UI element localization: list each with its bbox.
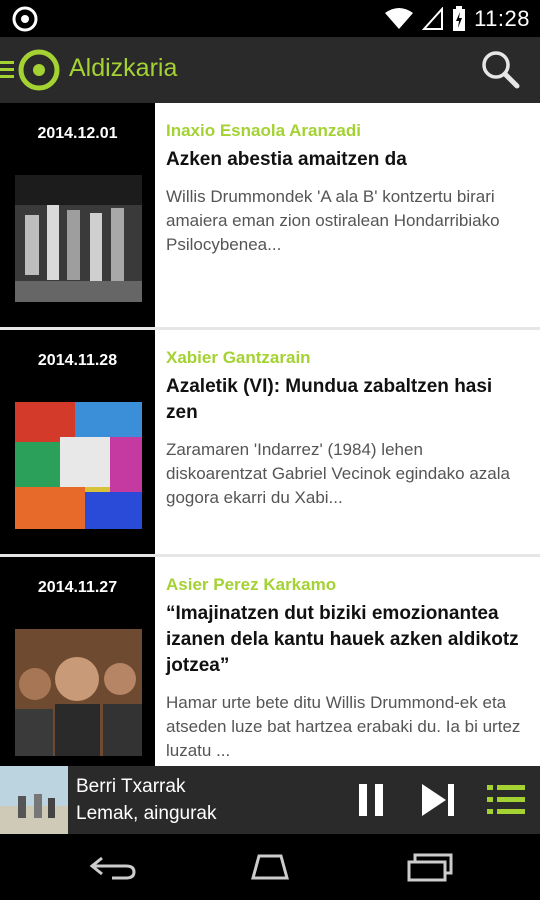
article-list[interactable]: 2014.12.01 Inaxio Esnaola Aranzadi Azken… (0, 103, 540, 766)
article-content: Inaxio Esnaola Aranzadi Azken abestia am… (166, 121, 526, 257)
system-nav-bar (0, 834, 540, 900)
article-author: Inaxio Esnaola Aranzadi (166, 121, 361, 140)
article-title[interactable]: Azken abestia amaitzen da (166, 147, 526, 173)
status-bar: 11:28 (0, 0, 540, 37)
article-thumbnail (15, 629, 142, 756)
article-content: Asier Perez Karkamo “Imajinatzen dut biz… (166, 575, 526, 763)
article-side: 2014.12.01 (0, 103, 155, 327)
app-title: Aldizkaria (69, 54, 178, 82)
back-icon[interactable] (88, 852, 138, 882)
clock: 11:28 (474, 6, 530, 31)
article-item[interactable]: 2014.11.27 Asier Perez Karkamo “Imajinat… (0, 557, 540, 766)
wifi-icon (385, 8, 414, 29)
app-bar: Aldizkaria (0, 37, 540, 103)
player-artist: Berri Txarrak (76, 776, 186, 797)
drawer-menu-icon[interactable] (0, 59, 14, 81)
article-date: 2014.11.28 (37, 352, 118, 369)
search-icon[interactable] (480, 49, 520, 89)
skip-next-icon[interactable] (418, 780, 458, 820)
article-title[interactable]: “Imajinatzen dut biziki emozionantea iza… (166, 601, 526, 679)
article-thumbnail (15, 402, 142, 529)
article-content: Xabier Gantzarain Azaletik (VI): Mundua … (166, 348, 526, 510)
article-thumbnail (15, 175, 142, 302)
article-date: 2014.12.01 (37, 125, 118, 142)
article-date: 2014.11.27 (37, 579, 118, 596)
article-side: 2014.11.27 (0, 557, 155, 766)
playlist-icon[interactable] (486, 780, 526, 820)
recents-icon[interactable] (405, 852, 455, 882)
album-art[interactable] (0, 766, 68, 834)
battery-icon (453, 6, 466, 31)
article-side: 2014.11.28 (0, 330, 155, 554)
article-excerpt: Hamar urte bete ditu Willis Drummond-ek … (166, 693, 521, 760)
notification-icon (12, 6, 38, 32)
signal-icon (422, 7, 444, 30)
article-author: Xabier Gantzarain (166, 348, 311, 367)
article-author: Asier Perez Karkamo (166, 575, 337, 594)
app-logo-icon[interactable] (18, 49, 60, 91)
article-excerpt: Willis Drummondek 'A ala B' kontzertu bi… (166, 187, 500, 254)
article-excerpt: Zaramaren 'Indarrez' (1984) lehen diskoa… (166, 440, 510, 507)
mini-player[interactable]: Berri Txarrak Lemak, aingurak (0, 766, 540, 834)
pause-icon[interactable] (351, 780, 391, 820)
player-track: Lemak, aingurak (76, 803, 217, 824)
article-title[interactable]: Azaletik (VI): Mundua zabaltzen hasi zen (166, 374, 526, 426)
home-icon[interactable] (245, 852, 295, 882)
article-item[interactable]: 2014.12.01 Inaxio Esnaola Aranzadi Azken… (0, 103, 540, 330)
article-item[interactable]: 2014.11.28 Xabier Gantzarain Azaletik (V… (0, 330, 540, 557)
